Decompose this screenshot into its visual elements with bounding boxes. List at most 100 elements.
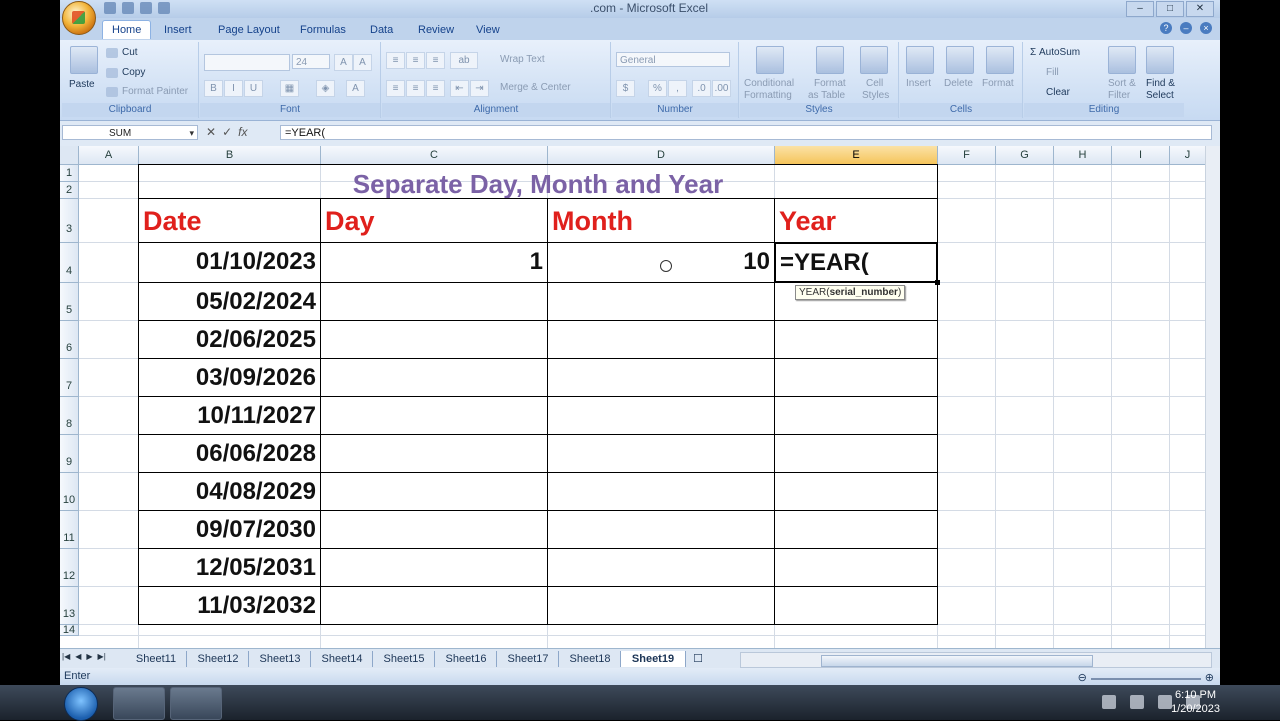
year-cell[interactable] — [774, 472, 938, 511]
row-header-11[interactable]: 11 — [60, 511, 79, 549]
year-cell[interactable] — [774, 510, 938, 549]
row-header-8[interactable]: 8 — [60, 397, 79, 435]
row-header-12[interactable]: 12 — [60, 549, 79, 587]
column-header-f[interactable]: F — [938, 146, 996, 165]
format-painter-button[interactable]: Format Painter — [122, 86, 188, 97]
wrap-text-button[interactable]: Wrap Text — [500, 54, 545, 65]
header-year-cell[interactable]: Year — [774, 198, 938, 243]
row-header-14[interactable]: 14 — [60, 625, 79, 636]
increase-indent-button[interactable]: ⇥ — [470, 80, 489, 97]
font-size-combo[interactable]: 24 — [292, 54, 330, 69]
row-header-5[interactable]: 5 — [60, 283, 79, 321]
date-cell[interactable]: 10/11/2027 — [138, 396, 321, 435]
row-header-10[interactable]: 10 — [60, 473, 79, 511]
day-cell[interactable] — [320, 586, 548, 625]
header-day-cell[interactable]: Day — [320, 198, 548, 243]
excel-taskbar-icon[interactable] — [170, 687, 222, 720]
grow-font-button[interactable]: A — [334, 54, 353, 71]
day-cell[interactable] — [320, 282, 548, 321]
fill-button[interactable]: Fill — [1046, 67, 1059, 78]
find-select-label-2[interactable]: Select — [1146, 90, 1174, 101]
year-cell[interactable] — [774, 320, 938, 359]
minimize-button[interactable]: – — [1126, 1, 1154, 17]
conditional-label[interactable]: Conditional — [744, 78, 794, 89]
start-button[interactable] — [64, 687, 98, 721]
sheet-tab-sheet17[interactable]: Sheet17 — [498, 651, 559, 667]
vertical-scrollbar[interactable] — [1205, 146, 1220, 648]
cut-button[interactable]: Cut — [122, 47, 138, 58]
date-cell[interactable]: 02/06/2025 — [138, 320, 321, 359]
close-button[interactable]: ✕ — [1186, 1, 1214, 17]
sheet-tab-sheet12[interactable]: Sheet12 — [188, 651, 249, 667]
date-cell[interactable]: 12/05/2031 — [138, 548, 321, 587]
header-date-cell[interactable]: Date — [138, 198, 321, 243]
decrease-indent-button[interactable]: ⇤ — [450, 80, 469, 97]
row-header-9[interactable]: 9 — [60, 435, 79, 473]
percent-button[interactable]: % — [648, 80, 667, 97]
select-all-corner[interactable] — [60, 146, 79, 165]
font-color-button[interactable]: A — [346, 80, 365, 97]
header-month-cell[interactable]: Month — [547, 198, 775, 243]
zoom-slider[interactable] — [1090, 677, 1201, 680]
format-as-table-label-2[interactable]: as Table — [808, 90, 845, 101]
format-cells-label[interactable]: Format — [982, 78, 1014, 89]
column-header-d[interactable]: D — [548, 146, 775, 165]
paste-label[interactable]: Paste — [69, 79, 95, 90]
save-icon[interactable] — [104, 2, 116, 14]
find-select-label[interactable]: Find & — [1146, 78, 1175, 89]
date-cell[interactable]: 06/06/2028 — [138, 434, 321, 473]
row-header-1[interactable]: 1 — [60, 165, 79, 182]
next-sheet-icon[interactable]: ▶ — [86, 652, 92, 661]
autosum-button[interactable]: Σ AutoSum — [1030, 47, 1080, 58]
tray-flag-icon[interactable] — [1158, 695, 1172, 709]
date-cell[interactable]: 11/03/2032 — [138, 586, 321, 625]
print-icon[interactable] — [158, 2, 170, 14]
tab-formulas[interactable]: Formulas — [300, 21, 346, 39]
comma-button[interactable]: , — [668, 80, 687, 97]
prev-sheet-icon[interactable]: ◀ — [75, 652, 81, 661]
day-cell[interactable] — [320, 434, 548, 473]
clear-button[interactable]: Clear — [1046, 87, 1070, 98]
tray-monitor-icon[interactable] — [1130, 695, 1144, 709]
cancel-icon[interactable]: ✕ — [206, 125, 216, 139]
active-year-cell[interactable]: =YEAR( — [774, 242, 938, 283]
paste-icon[interactable] — [70, 46, 98, 74]
sheet-tab-sheet15[interactable]: Sheet15 — [374, 651, 435, 667]
font-name-combo[interactable] — [204, 54, 290, 71]
month-cell[interactable] — [547, 434, 775, 473]
insert-function-icon[interactable]: fx — [238, 125, 247, 139]
chrome-taskbar-icon[interactable] — [113, 687, 165, 720]
month-cell[interactable] — [547, 548, 775, 587]
find-select-icon[interactable] — [1146, 46, 1174, 74]
day-cell[interactable] — [320, 510, 548, 549]
sheet-tab-sheet13[interactable]: Sheet13 — [250, 651, 311, 667]
merge-center-button[interactable]: Merge & Center — [500, 82, 571, 93]
date-cell[interactable]: 09/07/2030 — [138, 510, 321, 549]
date-cell[interactable]: 03/09/2026 — [138, 358, 321, 397]
last-sheet-icon[interactable]: ▶| — [98, 652, 106, 661]
tab-view[interactable]: View — [476, 21, 500, 39]
sort-filter-label-2[interactable]: Filter — [1108, 90, 1130, 101]
insert-cells-label[interactable]: Insert — [906, 78, 931, 89]
number-format-combo[interactable]: General — [616, 52, 730, 67]
date-cell[interactable]: 04/08/2029 — [138, 472, 321, 511]
column-header-h[interactable]: H — [1054, 146, 1112, 165]
sheet-title-cell[interactable]: Separate Day, Month and Year — [138, 164, 938, 199]
tab-home[interactable]: Home — [102, 20, 152, 39]
italic-button[interactable]: I — [224, 80, 243, 97]
tab-review[interactable]: Review — [418, 21, 454, 39]
align-center-button[interactable]: ≡ — [406, 80, 425, 97]
insert-cells-icon[interactable] — [906, 46, 934, 74]
horizontal-scrollbar[interactable] — [740, 652, 1212, 668]
conditional-label-2[interactable]: Formatting — [744, 90, 792, 101]
zoom-in-icon[interactable]: ⊕ — [1205, 670, 1214, 685]
column-header-g[interactable]: G — [996, 146, 1054, 165]
office-button[interactable] — [62, 1, 96, 35]
month-cell[interactable] — [547, 396, 775, 435]
currency-button[interactable]: $ — [616, 80, 635, 97]
year-cell[interactable] — [774, 434, 938, 473]
sheet-tab-sheet16[interactable]: Sheet16 — [436, 651, 497, 667]
month-cell[interactable] — [547, 472, 775, 511]
align-left-button[interactable]: ≡ — [386, 80, 405, 97]
month-cell[interactable] — [547, 510, 775, 549]
